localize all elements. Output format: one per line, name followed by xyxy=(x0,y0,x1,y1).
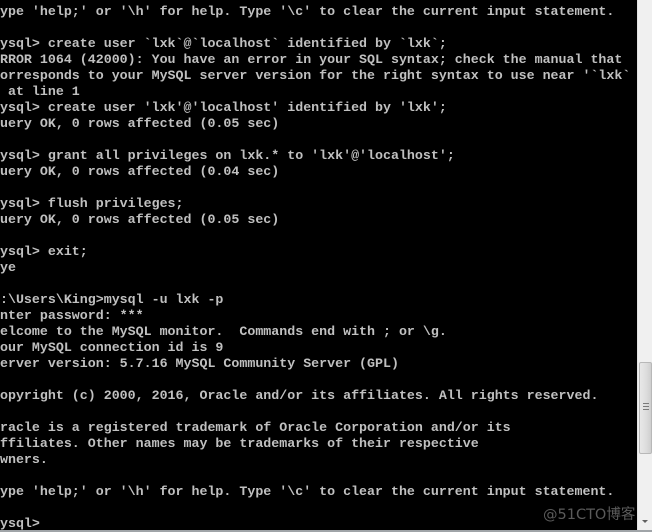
scroll-down-arrow-icon[interactable] xyxy=(638,514,652,528)
console-output-line: Bye xyxy=(0,260,16,275)
console-output-line: Copyright (c) 2000, 2016, Oracle and/or … xyxy=(0,388,599,403)
console-output-line xyxy=(0,20,630,36)
console-output-line: ERROR 1064 (42000): You have an error in… xyxy=(0,52,623,67)
console-output[interactable]: Type 'help;' or '\h' for help. Type '\c'… xyxy=(0,4,630,530)
console-command-line: mysql> create user `lxk`@`localhost` ide… xyxy=(0,36,447,51)
console-window[interactable]: Type 'help;' or '\h' for help. Type '\c'… xyxy=(0,0,637,530)
console-output-line xyxy=(0,180,630,196)
scrollbar-thumb[interactable] xyxy=(639,362,652,454)
console-output-line: Your MySQL connection id is 9 xyxy=(0,340,224,355)
console-output-line: ' at line 1 xyxy=(0,84,80,99)
console-output-line xyxy=(0,404,630,420)
console-output-line: Welcome to the MySQL monitor. Commands e… xyxy=(0,324,447,339)
console-command-line: C:\Users\King>mysql -u lxk -p xyxy=(0,292,224,307)
console-output-line xyxy=(0,372,630,388)
grip-icon xyxy=(643,403,649,411)
vertical-scrollbar[interactable] xyxy=(637,0,652,530)
console-output-line xyxy=(0,276,630,292)
console-output-line: Query OK, 0 rows affected (0.05 sec) xyxy=(0,116,280,131)
console-output-line: Query OK, 0 rows affected (0.04 sec) xyxy=(0,164,280,179)
console-output-line: corresponds to your MySQL server version… xyxy=(0,68,631,83)
console-output-line: Oracle is a registered trademark of Orac… xyxy=(0,420,511,435)
console-command-line: mysql> exit; xyxy=(0,244,88,259)
console-command-line: mysql> create user 'lxk'@'localhost' ide… xyxy=(0,100,447,115)
console-output-line: affiliates. Other names may be trademark… xyxy=(0,436,479,451)
console-command-line: mysql> xyxy=(0,516,40,530)
console-output-line xyxy=(0,132,630,148)
console-output-line: Enter password: *** xyxy=(0,308,144,323)
console-command-line: mysql> flush privileges; xyxy=(0,196,184,211)
console-output-line: Query OK, 0 rows affected (0.05 sec) xyxy=(0,212,280,227)
console-output-line xyxy=(0,468,630,484)
console-output-line: Server version: 5.7.16 MySQL Community S… xyxy=(0,356,399,371)
console-command-line: mysql> grant all privileges on lxk.* to … xyxy=(0,148,455,163)
console-output-line xyxy=(0,500,630,516)
console-output-line: Type 'help;' or '\h' for help. Type '\c'… xyxy=(0,484,615,499)
console-output-line xyxy=(0,228,630,244)
console-output-line: Type 'help;' or '\h' for help. Type '\c'… xyxy=(0,4,615,19)
console-output-line: owners. xyxy=(0,452,48,467)
